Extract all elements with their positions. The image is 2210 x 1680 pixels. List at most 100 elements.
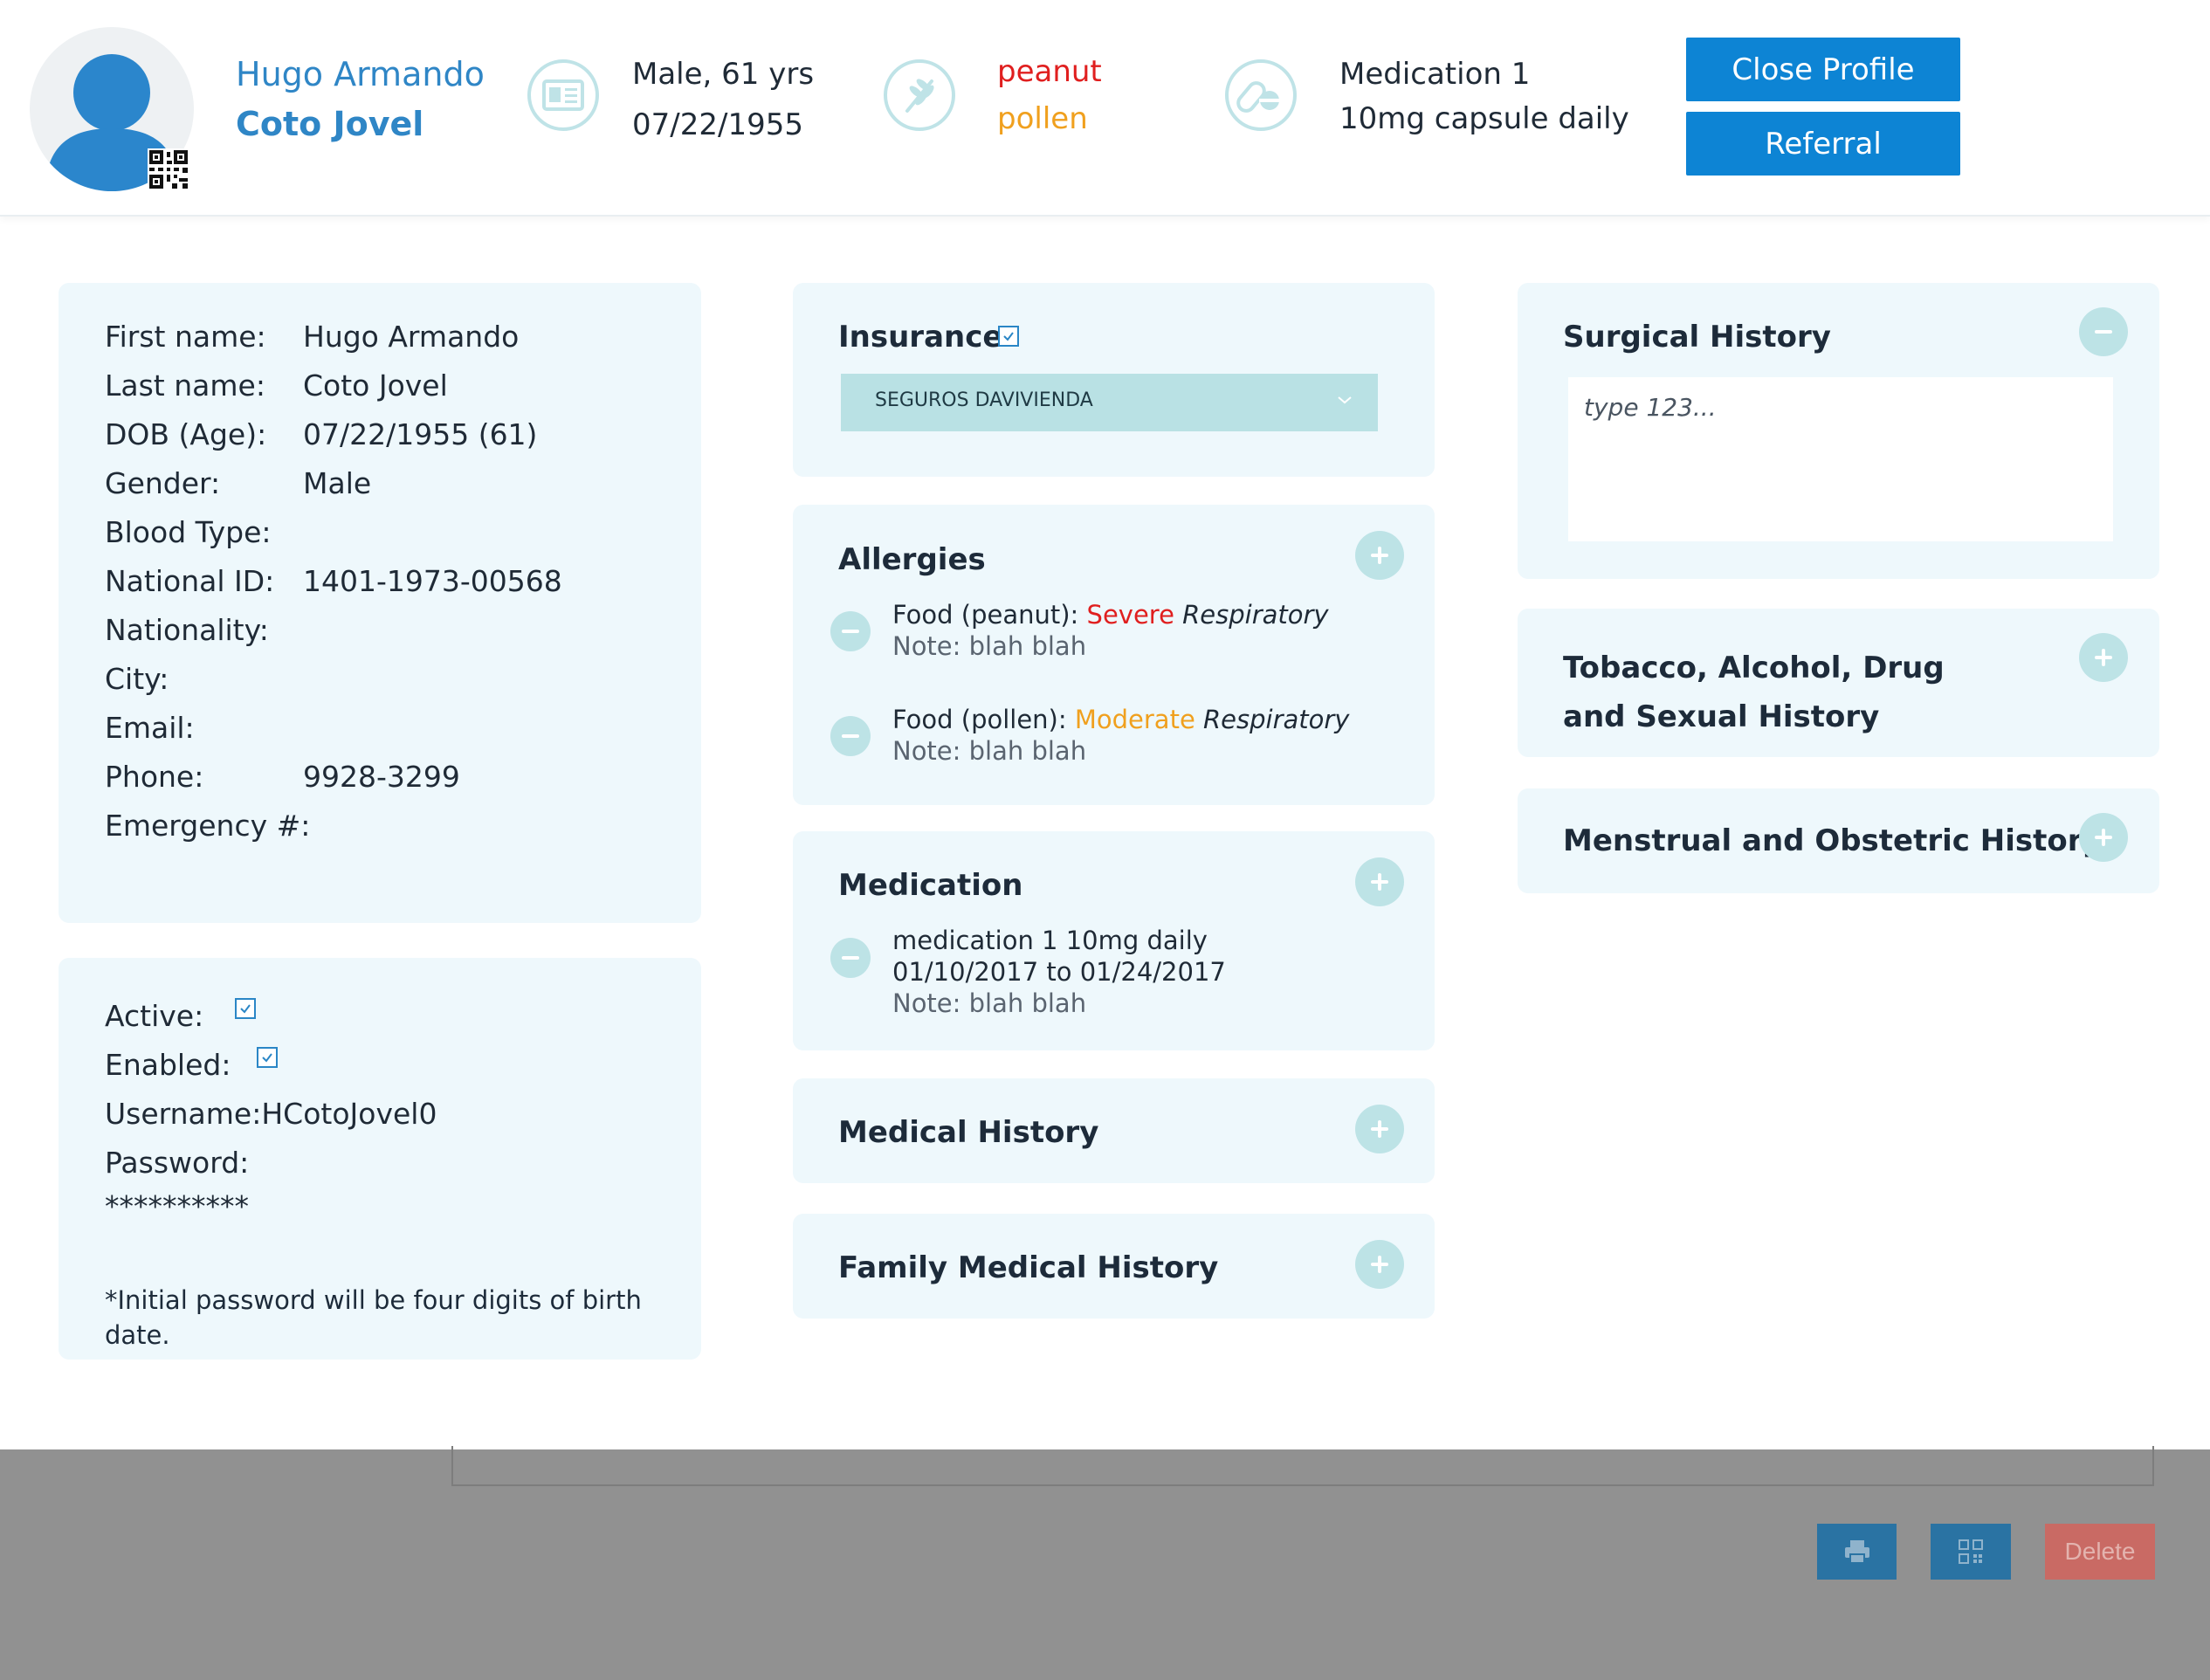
qr-code-icon[interactable] (148, 148, 189, 190)
blood-type-label: Blood Type: (105, 515, 272, 549)
insurance-title: Insurance (838, 320, 1003, 355)
insurance-select[interactable]: SEGUROS DAVIVIENDA (841, 374, 1378, 431)
personal-info-card: First name: Hugo Armando Last name: Coto… (59, 283, 701, 923)
surgical-history-textarea[interactable]: type 123... (1568, 377, 2113, 541)
username-label: Username: (105, 1097, 262, 1131)
tobacco-history-title-line1: Tobacco, Alcohol, Drug (1563, 651, 1945, 685)
remove-medication-button[interactable] (830, 938, 871, 978)
emergency-label: Emergency #: (105, 809, 311, 843)
tobacco-history-title-line2: and Sexual History (1563, 699, 1880, 734)
account-card: Active: Enabled: Username:HCotoJovel0 Pa… (59, 958, 701, 1360)
allergy-item: Food (peanut): Severe Respiratory Note: … (892, 599, 1329, 662)
dob-label: DOB (Age): (105, 417, 267, 451)
wheat-allergy-icon (883, 59, 956, 132)
first-name-value: Hugo Armando (303, 320, 520, 354)
surgical-history-card: Surgical History type 123... (1518, 283, 2159, 579)
referral-button[interactable]: Referral (1686, 112, 1960, 176)
background-panel (451, 1446, 2154, 1486)
menstrual-history-title: Menstrual and Obstetric History (1563, 823, 2102, 858)
last-name-value: Coto Jovel (303, 368, 448, 403)
printer-icon (1844, 1540, 1869, 1564)
header-gender-age: Male, 61 yrs (632, 57, 815, 92)
profile-header: Hugo Armando Coto Jovel Male, 61 yrs 07/… (0, 0, 2210, 217)
allergy-type: Respiratory (1203, 705, 1350, 734)
first-name-label: First name: (105, 320, 266, 354)
medication-card: Medication medication 1 10mg daily 01/10… (793, 831, 1435, 1050)
last-name-label: Last name: (105, 368, 265, 403)
check-icon (1003, 332, 1014, 341)
add-menstrual-history-button[interactable] (2079, 813, 2128, 862)
username-value: HCotoJovel0 (261, 1097, 437, 1131)
insurance-card: Insurance SEGUROS DAVIVIENDA (793, 283, 1435, 477)
add-medication-button[interactable] (1355, 857, 1404, 906)
header-last-name: Coto Jovel (236, 105, 424, 143)
collapse-surgical-history-button[interactable] (2079, 307, 2128, 356)
allergy-note: Note: blah blah (892, 631, 1087, 661)
family-history-title: Family Medical History (838, 1250, 1219, 1285)
national-id-label: National ID: (105, 564, 275, 598)
allergies-card: Allergies Food (peanut): Severe Respirat… (793, 505, 1435, 805)
add-medical-history-button[interactable] (1355, 1105, 1404, 1153)
medical-history-title: Medical History (838, 1115, 1099, 1150)
national-id-value: 1401-1973-00568 (303, 564, 562, 598)
allergy-severity: Moderate (1074, 705, 1195, 734)
pill-icon (1224, 59, 1298, 132)
medical-history-card: Medical History (793, 1078, 1435, 1183)
password-label: Password: (105, 1146, 250, 1180)
check-icon (262, 1053, 272, 1063)
add-allergy-button[interactable] (1355, 531, 1404, 580)
allergy-severity: Severe (1086, 600, 1174, 630)
gender-value: Male (303, 466, 372, 500)
medication-line: medication 1 10mg daily (892, 926, 1208, 955)
medication-title: Medication (838, 868, 1023, 903)
qr-code-icon (1959, 1539, 1983, 1564)
gender-label: Gender: (105, 466, 221, 500)
enabled-checkbox[interactable] (257, 1047, 278, 1068)
header-medication-name: Medication 1 (1339, 57, 1531, 92)
header-allergy-pollen: pollen (997, 101, 1088, 136)
insurance-checkbox[interactable] (998, 326, 1019, 347)
allergy-prefix: Food (pollen): (892, 705, 1075, 734)
allergy-note: Note: blah blah (892, 736, 1087, 766)
delete-button[interactable]: Delete (2045, 1524, 2155, 1580)
check-icon (240, 1004, 251, 1014)
add-tobacco-history-button[interactable] (2079, 633, 2128, 682)
allergy-item: Food (pollen): Moderate Respiratory Note… (892, 704, 1349, 767)
active-checkbox[interactable] (235, 998, 256, 1019)
background-overlay: Delete (0, 1446, 2210, 1680)
tobacco-history-card: Tobacco, Alcohol, Drug and Sexual Histor… (1518, 609, 2159, 757)
id-card-icon (527, 59, 600, 132)
header-dob: 07/22/1955 (632, 107, 803, 142)
allergy-type: Respiratory (1182, 600, 1329, 630)
remove-allergy-button[interactable] (830, 716, 871, 756)
header-first-name: Hugo Armando (236, 55, 485, 93)
dob-value: 07/22/1955 (61) (303, 417, 538, 451)
remove-allergy-button[interactable] (830, 611, 871, 651)
medication-dates: 01/10/2017 to 01/24/2017 (892, 957, 1226, 987)
chevron-down-icon (1336, 393, 1353, 410)
password-value: ********** (105, 1189, 249, 1223)
tobacco-history-title: Tobacco, Alcohol, Drug and Sexual Histor… (1563, 644, 1945, 741)
nationality-label: Nationality: (105, 613, 269, 647)
qr-button[interactable] (1931, 1524, 2011, 1580)
surgical-history-title: Surgical History (1563, 320, 1831, 355)
phone-value: 9928-3299 (303, 760, 460, 794)
header-allergy-peanut: peanut (997, 54, 1102, 89)
surgical-history-placeholder: type 123... (1584, 393, 1717, 422)
city-label: City: (105, 662, 169, 696)
active-label: Active: (105, 999, 204, 1033)
header-medication-dose: 10mg capsule daily (1339, 101, 1629, 136)
insurance-selected-value: SEGUROS DAVIVIENDA (875, 389, 1093, 411)
password-note: *Initial password will be four digits of… (105, 1285, 642, 1350)
close-profile-button[interactable]: Close Profile (1686, 38, 1960, 101)
allergies-title: Allergies (838, 542, 986, 577)
print-button[interactable] (1817, 1524, 1897, 1580)
add-family-history-button[interactable] (1355, 1240, 1404, 1289)
username-row: Username:HCotoJovel0 (105, 1090, 437, 1139)
family-history-card: Family Medical History (793, 1214, 1435, 1319)
medication-item: medication 1 10mg daily 01/10/2017 to 01… (892, 925, 1226, 1019)
allergy-prefix: Food (peanut): (892, 600, 1087, 630)
phone-label: Phone: (105, 760, 204, 794)
enabled-label: Enabled: (105, 1048, 231, 1082)
email-label: Email: (105, 711, 195, 745)
